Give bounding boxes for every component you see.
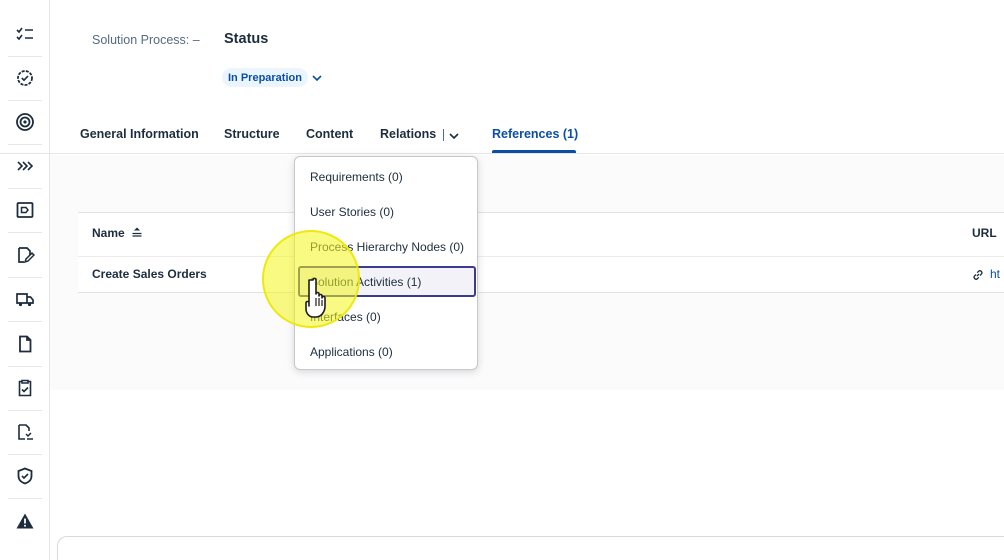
status-badge[interactable]: In Preparation xyxy=(222,68,308,87)
chevron-down-icon[interactable] xyxy=(448,130,460,142)
shield-check-icon[interactable] xyxy=(8,459,42,493)
shipping-icon[interactable] xyxy=(8,282,42,316)
menu-item-applications[interactable]: Applications (0) xyxy=(298,336,476,367)
object-type-label: Solution Process: – xyxy=(92,33,200,47)
chevron-down-icon[interactable] xyxy=(311,72,323,84)
table-row-url[interactable]: ht xyxy=(990,267,1000,281)
tab-references[interactable]: References (1) xyxy=(492,127,578,141)
page-title: Status xyxy=(224,31,269,47)
status-badge-label: In Preparation xyxy=(228,71,302,84)
edit-document-icon[interactable] xyxy=(8,238,42,272)
cost-list-icon[interactable] xyxy=(8,415,42,449)
link-icon[interactable] xyxy=(971,268,985,282)
warning-icon[interactable] xyxy=(8,504,42,538)
tab-relations[interactable]: Relations xyxy=(380,127,436,141)
row-divider xyxy=(78,256,1004,257)
column-header-url[interactable]: URL xyxy=(972,226,997,240)
chevrons-right-icon[interactable] xyxy=(8,149,42,183)
table-row-name[interactable]: Create Sales Orders xyxy=(92,267,207,281)
tab-divider xyxy=(443,129,444,141)
tab-general-information[interactable]: General Information xyxy=(80,127,199,141)
footer-panel xyxy=(57,536,1004,560)
references-table: Name URL Create Sales Orders ht xyxy=(78,212,1004,293)
side-navigation xyxy=(0,0,50,560)
document-icon[interactable] xyxy=(8,327,42,361)
tab-bar: General Information Structure Content Re… xyxy=(0,118,1004,154)
hand-cursor-icon xyxy=(305,277,326,318)
active-tab-indicator xyxy=(492,150,576,153)
presentation-icon[interactable] xyxy=(8,193,42,227)
column-header-name[interactable]: Name xyxy=(92,226,125,240)
sort-icon[interactable] xyxy=(131,226,143,238)
menu-item-requirements[interactable]: Requirements (0) xyxy=(298,161,476,192)
task-list-icon[interactable] xyxy=(8,17,42,51)
tab-content[interactable]: Content xyxy=(306,127,353,141)
clipboard-check-icon[interactable] xyxy=(8,371,42,405)
menu-item-user-stories[interactable]: User Stories (0) xyxy=(298,196,476,227)
settings-check-icon[interactable] xyxy=(8,61,42,95)
tab-structure[interactable]: Structure xyxy=(224,127,280,141)
